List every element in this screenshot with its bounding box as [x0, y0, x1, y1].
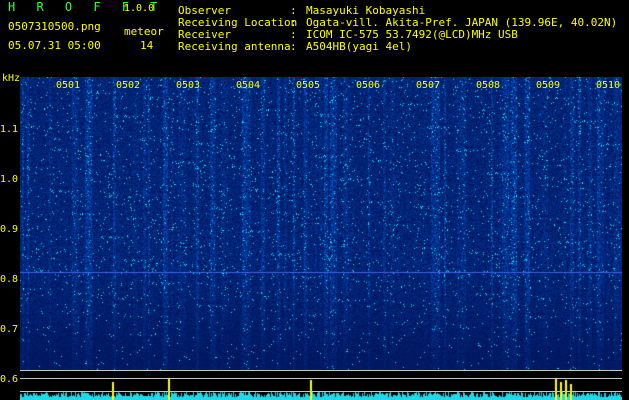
meteor-activity-strip: [20, 370, 622, 400]
divider-line: [20, 370, 622, 371]
y-tick-label: 0.6: [0, 374, 19, 385]
x-tick-label: 0508: [476, 80, 501, 91]
meteor-count-value: 14: [140, 39, 154, 52]
meteor-count-label: meteor: [124, 25, 164, 38]
observation-datetime: 05.07.31 05:00: [8, 39, 101, 52]
header-panel: H R O F F T 1.0.0 0507310500.png 05.07.3…: [0, 0, 629, 76]
x-tick-label: 0510: [596, 80, 621, 91]
x-tick-label: 0509: [536, 80, 561, 91]
y-tick-label: 0.7: [0, 324, 19, 335]
x-tick-label: 0503: [176, 80, 201, 91]
x-tick-label: 0506: [356, 80, 381, 91]
x-tick-label: 0507: [416, 80, 441, 91]
y-tick-label: 1.1: [0, 124, 19, 135]
y-axis-unit: kHz: [2, 73, 21, 84]
y-tick-label: 1.0: [0, 174, 19, 185]
divider-line: [20, 391, 622, 392]
antenna-colon: :: [290, 40, 297, 53]
x-tick-label: 0501: [56, 80, 81, 91]
y-tick-label: 0.8: [0, 274, 19, 285]
x-tick-label: 0505: [296, 80, 321, 91]
y-tick-label: 0.9: [0, 224, 19, 235]
x-tick-label: 0504: [236, 80, 261, 91]
spectrogram-canvas: [20, 77, 622, 370]
divider-line: [20, 378, 622, 379]
x-tick-label: 0502: [116, 80, 141, 91]
antenna-label: Receiving antenna: [178, 40, 291, 53]
file-name: 0507310500.png: [8, 20, 101, 33]
app-version: 1.0.0: [124, 3, 155, 14]
antenna-value: A504HB(yagi 4el): [306, 40, 412, 53]
